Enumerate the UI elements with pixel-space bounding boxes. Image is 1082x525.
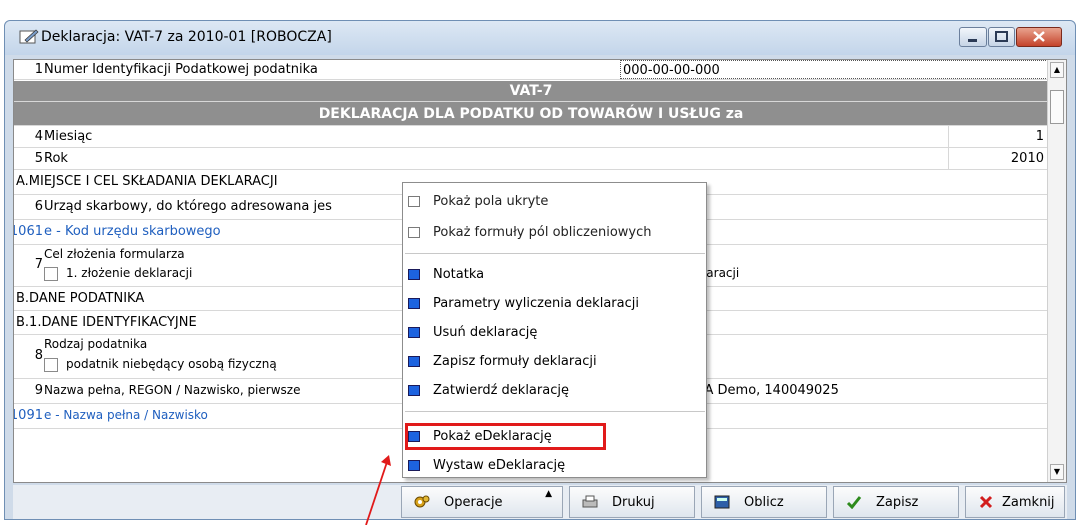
scroll-up-icon[interactable]: ▲: [1050, 62, 1064, 78]
annotation-arrow-icon: [365, 455, 391, 525]
blue-square-icon: [408, 327, 420, 338]
purpose-option-label: 1. złożenie deklaracji: [66, 266, 193, 280]
row-label: e - Nazwa pełna / Nazwisko: [44, 408, 208, 422]
menu-item-label: Pokaż pola ukryte: [433, 194, 549, 209]
taxpayer-type-option-label: podatnik niebędący osobą fizyczną: [66, 357, 277, 371]
menu-item-show-hidden-fields[interactable]: Pokaż pola ukryte: [403, 189, 706, 215]
checkmark-icon: [846, 496, 862, 509]
row-label: Numer Identyfikacji Podatkowej podatnika: [44, 62, 318, 77]
operations-label: Operacje: [444, 495, 503, 510]
form-header-title: VAT-7: [14, 81, 1048, 102]
scroll-down-icon[interactable]: ▼: [1050, 464, 1064, 480]
menu-item-label: Notatka: [433, 267, 485, 282]
row-number: 1: [34, 62, 43, 77]
checkbox-empty-icon: [408, 196, 420, 207]
menu-item-label: Zapisz formuły deklaracji: [433, 354, 597, 369]
section-a-label: A.MIEJSCE I CEL SKŁADANIA DEKLARACJI: [16, 174, 278, 189]
taxpayer-type-option[interactable]: podatnik niebędący osobą fizyczną: [44, 357, 277, 372]
menu-item-delete-declaration[interactable]: Usuń deklarację: [403, 320, 706, 346]
row-number: 4: [34, 129, 43, 144]
taxpayer-type-checkbox[interactable]: [44, 357, 58, 372]
maximize-button[interactable]: [988, 27, 1015, 47]
menu-item-label: Usuń deklarację: [433, 325, 538, 340]
minimize-icon: [968, 39, 977, 42]
close-icon: [1033, 31, 1045, 42]
blue-square-icon: [408, 460, 420, 471]
blue-square-icon: [408, 385, 420, 396]
year-field[interactable]: 2010: [948, 148, 1048, 169]
form-row-month[interactable]: 4 Miesiąc 1: [14, 126, 1048, 148]
nip-input[interactable]: 000-00-00-000: [620, 60, 1048, 79]
scroll-thumb[interactable]: [1050, 90, 1064, 124]
menu-item-save-formulas[interactable]: Zapisz formuły deklaracji: [403, 349, 706, 375]
printer-icon: [582, 495, 598, 508]
month-value: 1: [1035, 129, 1044, 144]
row-label: Miesiąc: [44, 129, 93, 144]
section-b-label: B.DANE PODATNIKA: [16, 291, 145, 306]
row-number: 7: [34, 257, 43, 272]
calculate-label: Oblicz: [744, 495, 784, 510]
nip-value: 000-00-00-000: [623, 63, 720, 78]
row-number: 1091: [13, 408, 43, 423]
operations-button[interactable]: Operacje ▲: [401, 486, 563, 518]
purpose-option[interactable]: 1. złożenie deklaracji: [44, 266, 192, 281]
annotation-highlight-box: [405, 423, 606, 450]
row-label: Urząd skarbowy, do którego adresowana je…: [44, 199, 332, 214]
title-bar[interactable]: Deklaracja: VAT-7 za 2010-01 [ROBOCZA]: [5, 21, 1075, 55]
document-edit-icon: [19, 29, 39, 44]
menu-item-calc-parameters[interactable]: Parametry wyliczenia deklaracji: [403, 291, 706, 317]
maximize-icon: [995, 31, 1008, 42]
form-row-nip[interactable]: 1 Numer Identyfikacji Podatkowej podatni…: [14, 60, 1048, 80]
window-title: Deklaracja: VAT-7 za 2010-01 [ROBOCZA]: [41, 29, 332, 45]
menu-item-issue-edeclaration[interactable]: Wystaw eDeklarację: [403, 453, 706, 479]
close-label: Zamknij: [1002, 495, 1055, 510]
form-header-subtitle: DEKLARACJA DLA PODATKU OD TOWARÓW I USŁU…: [14, 102, 1048, 126]
menu-item-label: Parametry wyliczenia deklaracji: [433, 296, 639, 311]
blue-square-icon: [408, 269, 420, 280]
close-window-button[interactable]: [1016, 27, 1062, 47]
month-field[interactable]: 1: [948, 126, 1048, 147]
calculator-icon: [714, 495, 730, 509]
year-value: 2010: [1010, 151, 1044, 166]
checkbox-empty-icon: [408, 227, 420, 238]
row-label: Cel złożenia formularza: [44, 247, 185, 261]
menu-item-show-formulas[interactable]: Pokaż formuły pól obliczeniowych: [403, 220, 706, 246]
blue-square-icon: [408, 356, 420, 367]
form-row-year[interactable]: 5 Rok 2010: [14, 148, 1048, 170]
row-number: 1061: [13, 224, 43, 239]
menu-item-note[interactable]: Notatka: [403, 262, 706, 288]
minimize-button[interactable]: [959, 27, 987, 47]
row-label: Nazwa pełna, REGON / Nazwisko, pierwsze: [44, 383, 301, 397]
save-label: Zapisz: [876, 495, 919, 510]
menu-item-label: Zatwierdź deklarację: [433, 383, 569, 398]
close-x-icon: [979, 495, 993, 509]
row-label: Rodzaj podatnika: [44, 337, 148, 351]
row-label: e - Kod urzędu skarbowego: [44, 224, 221, 239]
close-button[interactable]: Zamknij: [965, 486, 1065, 518]
row-number: 9: [34, 383, 43, 398]
vertical-scrollbar[interactable]: ▲ ▼: [1047, 60, 1066, 482]
full-name-value: SA Demo, 140049025: [696, 383, 839, 398]
menu-item-label: Pokaż formuły pól obliczeniowych: [433, 225, 652, 240]
row-number: 8: [34, 348, 43, 363]
menu-item-approve-declaration[interactable]: Zatwierdź deklarację: [403, 378, 706, 404]
menu-separator: [405, 253, 705, 254]
print-button[interactable]: Drukuj: [569, 486, 695, 518]
section-b1-label: B.1.DANE IDENTYFIKACYJNE: [16, 315, 197, 330]
caret-up-icon: ▲: [545, 489, 552, 499]
purpose-checkbox[interactable]: [44, 266, 58, 281]
save-button[interactable]: Zapisz: [833, 486, 959, 518]
row-number: 5: [34, 151, 43, 166]
print-label: Drukuj: [612, 495, 655, 510]
calculate-button[interactable]: Oblicz: [701, 486, 827, 518]
menu-separator: [405, 411, 705, 412]
action-toolbar: Operacje ▲ Drukuj Oblicz Zapisz Zamknij: [13, 485, 1067, 519]
row-number: 6: [34, 199, 43, 214]
gears-icon: [414, 495, 430, 508]
row-label: Rok: [44, 151, 68, 166]
blue-square-icon: [408, 298, 420, 309]
menu-item-label: Wystaw eDeklarację: [433, 458, 566, 473]
